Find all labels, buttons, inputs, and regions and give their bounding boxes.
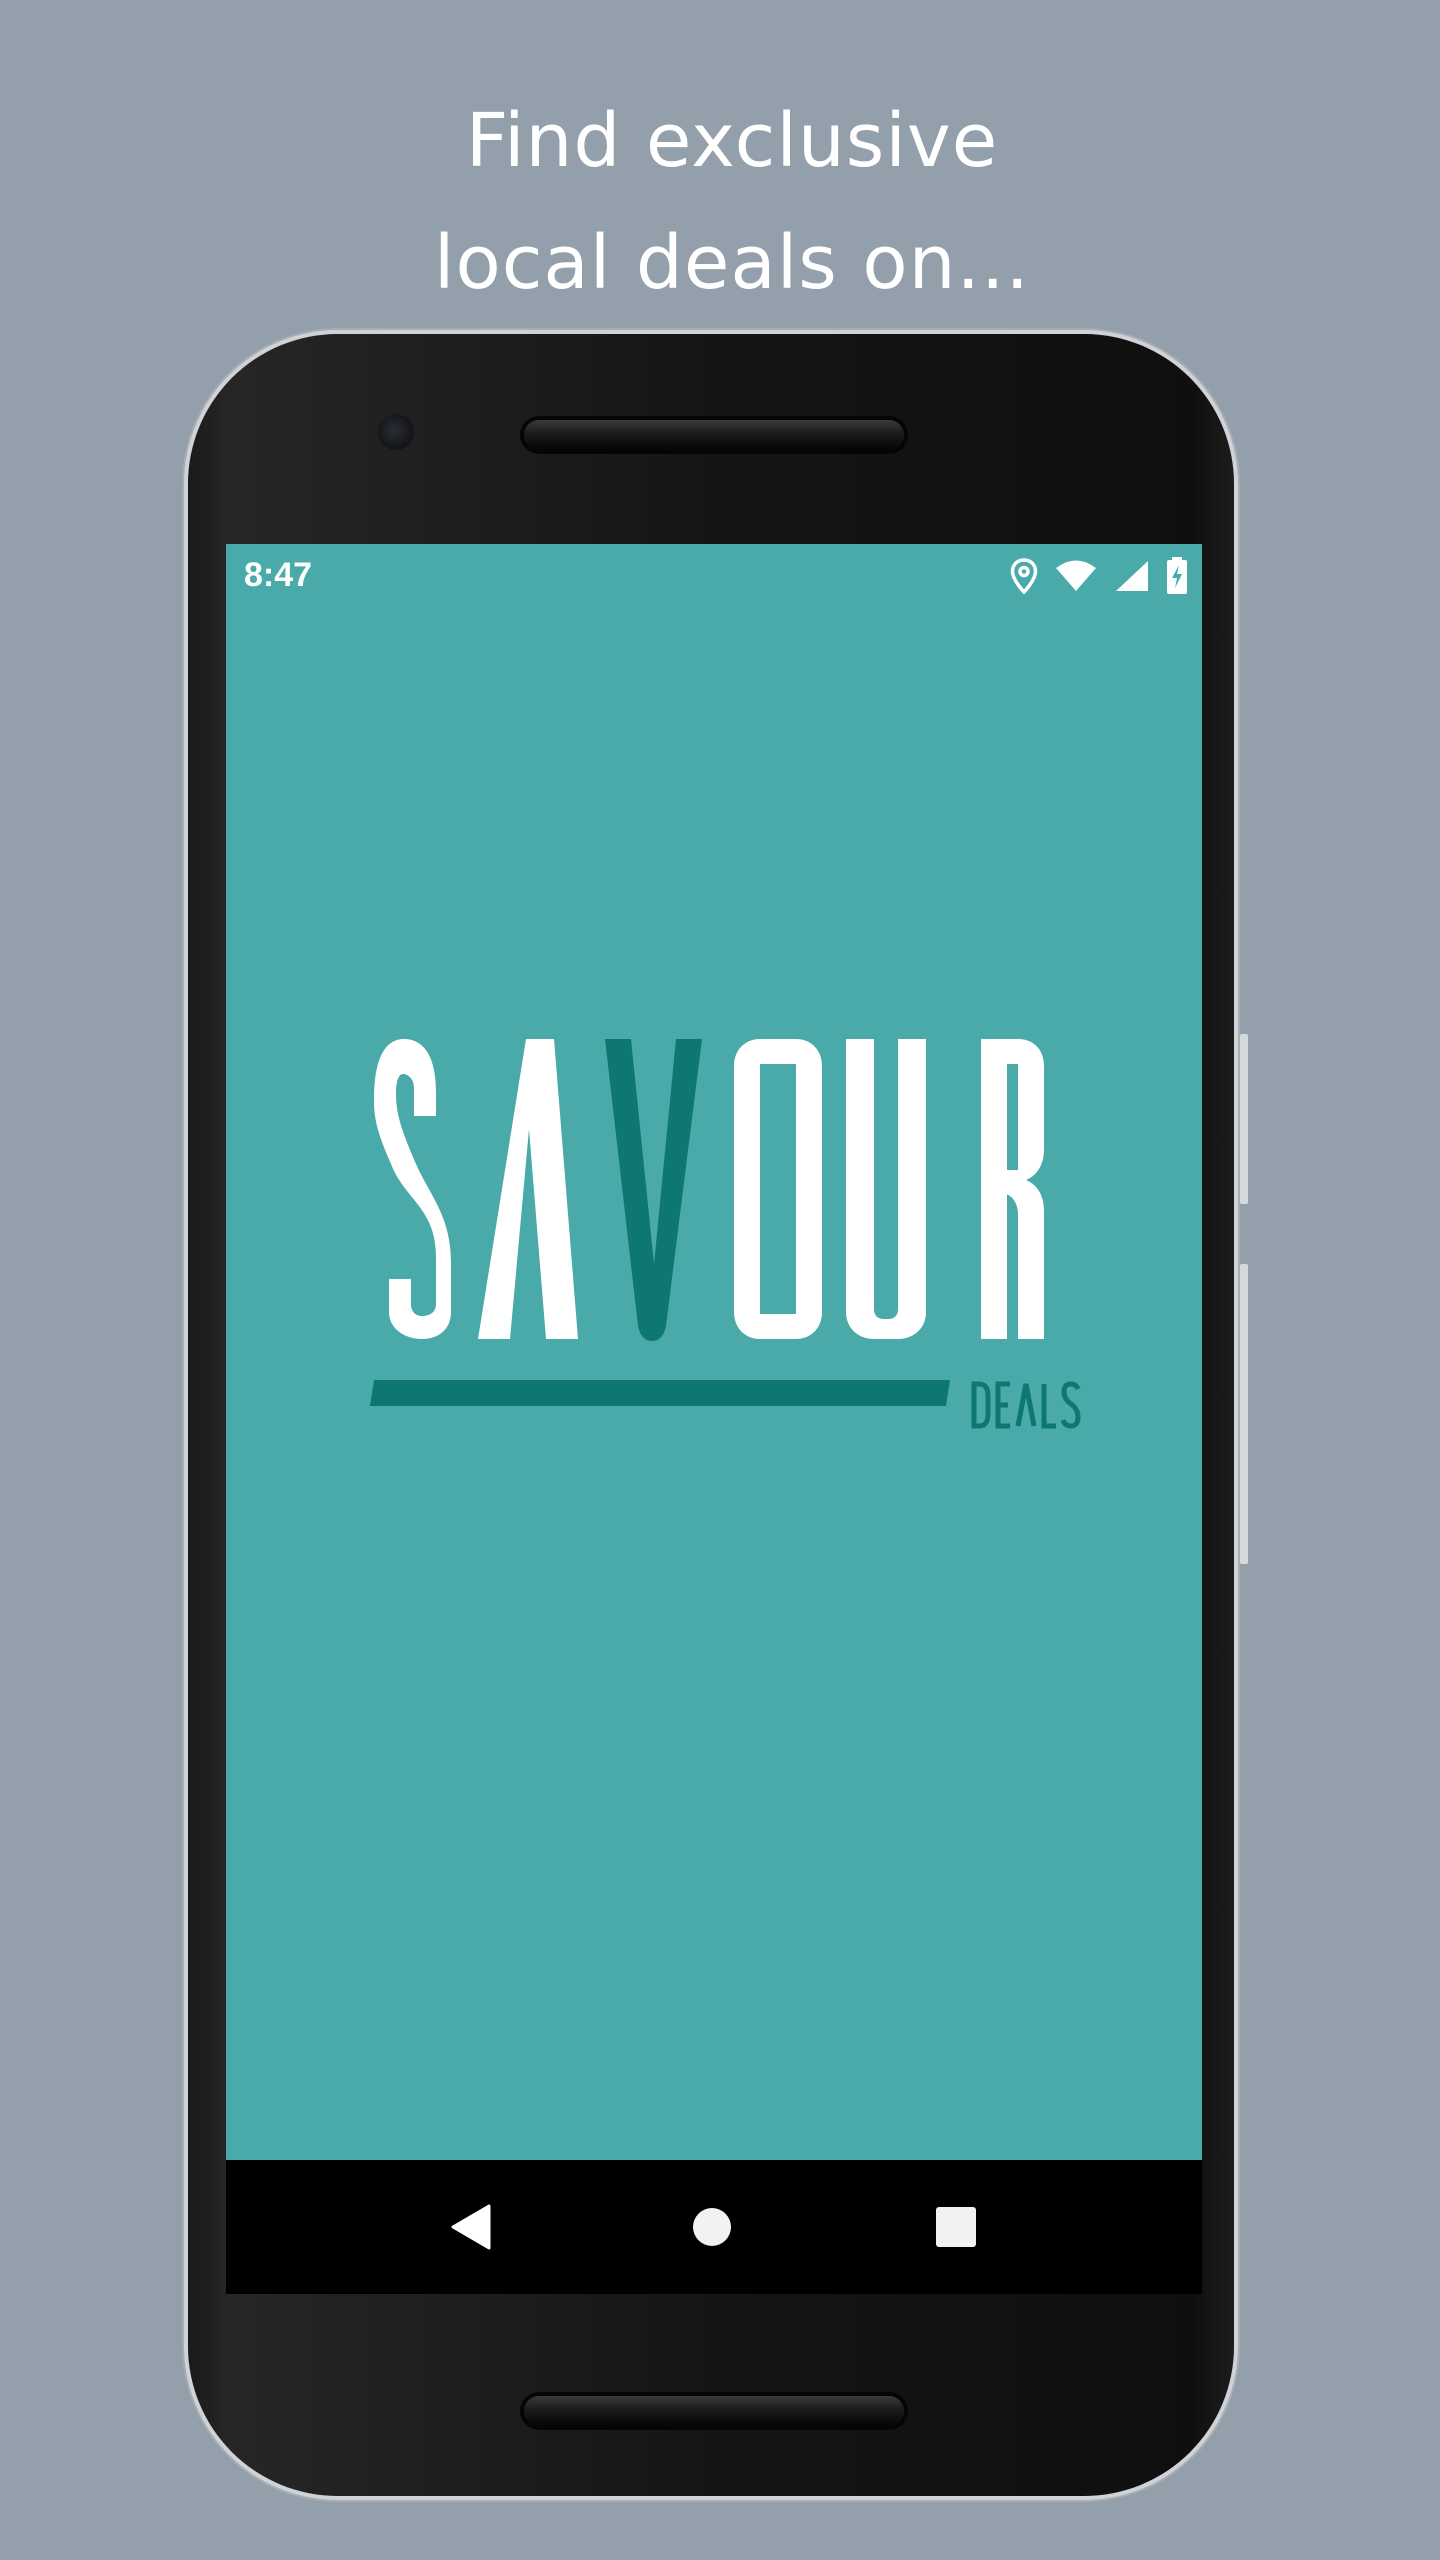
logo-letter-s — [374, 1039, 451, 1339]
front-camera — [378, 414, 414, 450]
app-screen[interactable]: 8:47 — [226, 544, 1202, 2294]
logo-wordmark — [370, 1039, 1081, 1429]
logo-letter-v — [605, 1039, 702, 1341]
earpiece-speaker — [524, 420, 904, 450]
logo-subtext-deals — [971, 1381, 1081, 1429]
bottom-speaker — [524, 2396, 904, 2426]
back-icon — [451, 2204, 491, 2250]
recents-button[interactable] — [926, 2197, 986, 2257]
back-button[interactable] — [441, 2197, 501, 2257]
power-button — [1240, 1264, 1248, 1564]
recents-icon — [936, 2207, 976, 2247]
logo-letter-r — [981, 1039, 1044, 1339]
headline: Find exclusive local deals on... — [0, 80, 1440, 324]
logo-letter-o — [734, 1039, 822, 1339]
headline-line-2: local deals on... — [433, 220, 1031, 306]
savour-deals-logo — [370, 1039, 1081, 1429]
phone-frame: 8:47 — [188, 334, 1248, 2496]
volume-button — [1240, 1034, 1248, 1204]
headline-line-1: Find exclusive — [465, 98, 999, 184]
logo-letter-a — [478, 1039, 578, 1339]
home-icon — [693, 2208, 731, 2246]
logo-underline — [370, 1380, 950, 1406]
navigation-bar — [226, 2160, 1202, 2294]
logo-letter-u — [846, 1039, 926, 1339]
home-button[interactable] — [682, 2197, 742, 2257]
